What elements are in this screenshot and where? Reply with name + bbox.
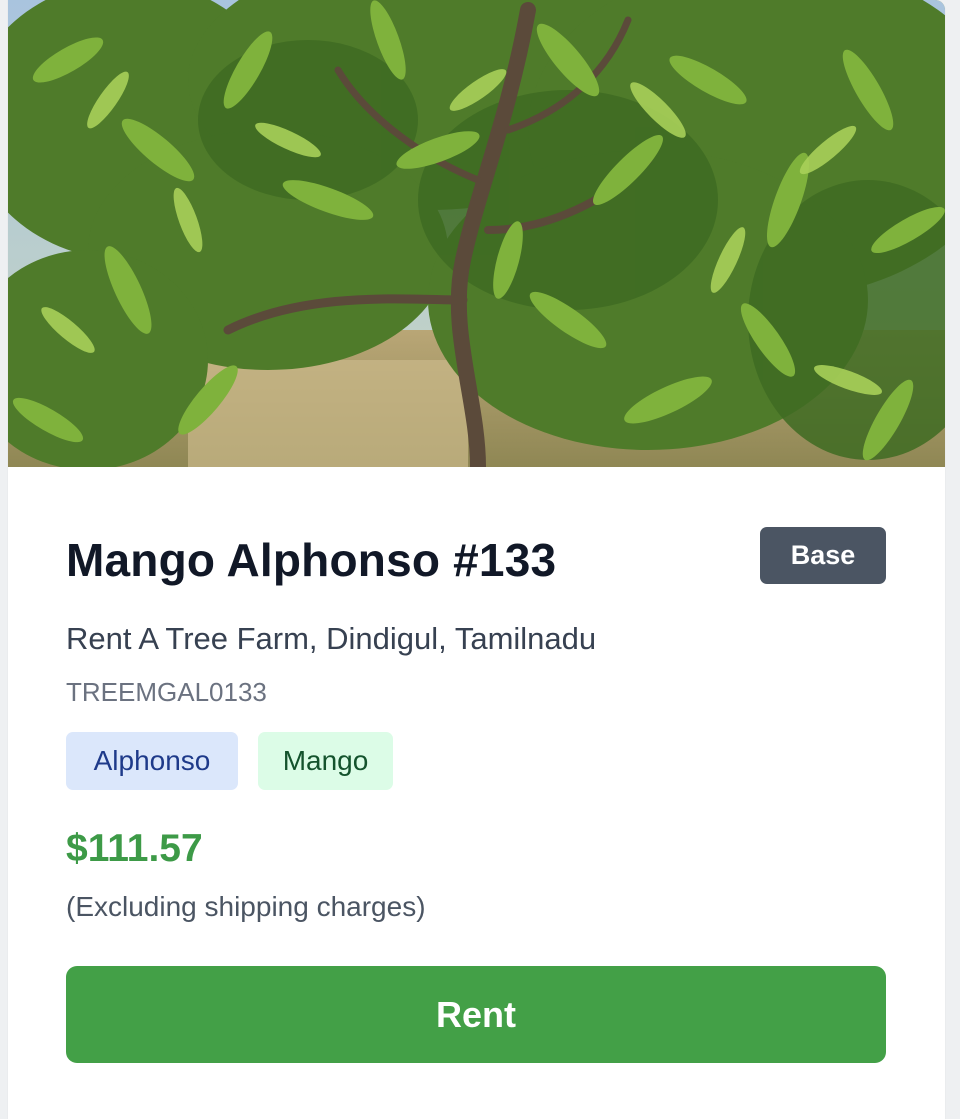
price: $111.57 [66, 827, 203, 870]
price-note: (Excluding shipping charges) [66, 891, 426, 922]
variety-tag: Alphonso [66, 732, 238, 790]
tree-code: TREEMGAL0133 [66, 677, 267, 707]
tree-photo[interactable] [8, 0, 945, 467]
fruit-tag: Mango [258, 732, 393, 790]
rent-button[interactable]: Rent [66, 966, 886, 1063]
tier-badge: Base [760, 527, 886, 584]
product-card: Mango Alphonso #133 Base Rent A Tree Far… [8, 0, 945, 1119]
tree-photo-illustration [8, 0, 945, 467]
product-title: Mango Alphonso #133 [66, 534, 557, 586]
farm-location: Rent A Tree Farm, Dindigul, Tamilnadu [66, 621, 597, 656]
